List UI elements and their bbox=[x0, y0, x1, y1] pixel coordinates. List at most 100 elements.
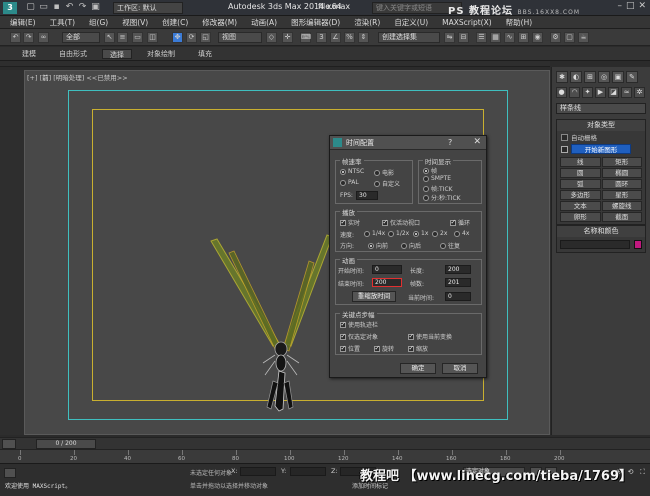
dialog-title-bar[interactable]: 时间配置 ? ✕ bbox=[330, 136, 486, 150]
select-move-icon[interactable]: ✥ bbox=[172, 32, 183, 43]
radio-film[interactable]: 电影 bbox=[374, 168, 394, 177]
maximize-icon[interactable]: □ bbox=[626, 1, 635, 11]
realtime-checkbox[interactable]: 实时 bbox=[340, 218, 360, 227]
radio-speed-half[interactable]: 1/2x bbox=[388, 230, 409, 237]
rescale-time-button[interactable]: 重缩放时间 bbox=[352, 291, 396, 302]
use-current-transform-checkbox[interactable]: 使用当前变换 bbox=[408, 332, 452, 341]
arc-button[interactable]: 弧 bbox=[560, 179, 601, 189]
autogrid-checkbox[interactable]: 自动栅格 bbox=[557, 131, 645, 143]
new-file-icon[interactable]: ▢ bbox=[25, 2, 36, 13]
radio-mmss-ticks[interactable]: 分:秒:TICK bbox=[423, 193, 461, 202]
open-file-icon[interactable]: ▭ bbox=[38, 2, 49, 13]
minimize-icon[interactable]: – bbox=[617, 1, 622, 11]
cameras-icon[interactable]: ▶ bbox=[595, 87, 606, 98]
redo-toolbar-icon[interactable]: ↷ bbox=[23, 32, 34, 43]
radio-ping-pong[interactable]: 往复 bbox=[440, 241, 460, 250]
length-spinner[interactable]: 200 bbox=[445, 265, 471, 274]
selection-filter-dropdown[interactable]: 全部 bbox=[62, 32, 100, 43]
geometry-icon[interactable]: ● bbox=[556, 87, 567, 98]
radio-custom[interactable]: 自定义 bbox=[374, 179, 400, 188]
hierarchy-tab-icon[interactable]: ⊞ bbox=[584, 71, 596, 83]
align-icon[interactable]: ⊟ bbox=[458, 32, 469, 43]
rectangle-button[interactable]: 矩形 bbox=[601, 157, 642, 167]
ok-button[interactable]: 确定 bbox=[400, 363, 436, 374]
layer-manager-icon[interactable]: ☰ bbox=[476, 32, 487, 43]
motion-tab-icon[interactable]: ◎ bbox=[598, 71, 610, 83]
end-time-spinner[interactable]: 200 bbox=[372, 278, 402, 287]
tab-freeform[interactable]: 自由形式 bbox=[58, 49, 88, 59]
close-icon[interactable]: ✕ bbox=[473, 137, 481, 147]
circle-button[interactable]: 圆 bbox=[560, 168, 601, 178]
tab-modeling[interactable]: 建模 bbox=[14, 49, 44, 59]
line-button[interactable]: 线 bbox=[560, 157, 601, 167]
radio-speed-quarter[interactable]: 1/4x bbox=[364, 230, 385, 237]
manipulate-icon[interactable]: ✛ bbox=[282, 32, 293, 43]
start-time-spinner[interactable]: 0 bbox=[372, 265, 402, 274]
ngon-button[interactable]: 多边形 bbox=[560, 190, 601, 200]
window-crossing-icon[interactable]: ◫ bbox=[147, 32, 158, 43]
mini-curve-editor-icon[interactable] bbox=[2, 439, 16, 449]
utilities-tab-icon[interactable]: ✎ bbox=[626, 71, 638, 83]
select-scale-icon[interactable]: ◱ bbox=[200, 32, 211, 43]
pivot-center-icon[interactable]: ◇ bbox=[266, 32, 277, 43]
curve-editor-icon[interactable]: ∿ bbox=[504, 32, 515, 43]
star-button[interactable]: 星形 bbox=[601, 190, 642, 200]
track-bar[interactable]: 0 20 40 60 80 100 120 140 160 180 200 bbox=[0, 449, 650, 463]
render-production-icon[interactable]: ☕ bbox=[578, 32, 589, 43]
named-selection-dropdown[interactable]: 创建选择集 bbox=[378, 32, 440, 43]
active-viewport-only-checkbox[interactable]: 仅活动视口 bbox=[382, 218, 420, 227]
app-logo-icon[interactable]: 3 bbox=[3, 1, 17, 14]
undo-icon[interactable]: ↶ bbox=[64, 2, 75, 13]
scale-checkbox[interactable]: 缩放 bbox=[408, 344, 428, 353]
object-type-title[interactable]: 对象类型 bbox=[557, 120, 645, 131]
y-coord-field[interactable] bbox=[290, 467, 326, 476]
rotation-checkbox[interactable]: 旋转 bbox=[374, 344, 394, 353]
helix-button[interactable]: 螺旋线 bbox=[601, 201, 642, 211]
time-slider-thumb[interactable]: 0 / 200 bbox=[36, 439, 96, 449]
radio-frame-ticks[interactable]: 帧:TICK bbox=[423, 184, 453, 193]
menu-tools[interactable]: 工具(T) bbox=[50, 17, 75, 28]
select-by-name-icon[interactable]: ≡ bbox=[117, 32, 128, 43]
radio-pal[interactable]: PAL bbox=[340, 179, 359, 186]
section-button[interactable]: 截面 bbox=[601, 212, 642, 222]
radio-ntsc[interactable]: NTSC bbox=[340, 168, 364, 175]
helpers-icon[interactable]: ◪ bbox=[608, 87, 619, 98]
object-name-field[interactable] bbox=[560, 240, 630, 249]
spacewarps-icon[interactable]: ≈ bbox=[621, 87, 632, 98]
percent-snap-icon[interactable]: % bbox=[344, 32, 355, 43]
spinner-snap-icon[interactable]: ⇕ bbox=[358, 32, 369, 43]
name-color-title[interactable]: 名称和颜色 bbox=[557, 226, 645, 237]
shapes-icon[interactable]: ◠ bbox=[569, 87, 580, 98]
frame-count-spinner[interactable]: 201 bbox=[445, 278, 471, 287]
display-tab-icon[interactable]: ▣ bbox=[612, 71, 624, 83]
link-icon[interactable]: ∞ bbox=[38, 32, 49, 43]
egg-button[interactable]: 卵形 bbox=[560, 212, 601, 222]
tab-populate[interactable]: 填充 bbox=[190, 49, 220, 59]
rendered-frame-icon[interactable]: ▢ bbox=[564, 32, 575, 43]
menu-views[interactable]: 视图(V) bbox=[122, 17, 148, 28]
radio-reverse[interactable]: 向后 bbox=[401, 241, 421, 250]
tab-selection[interactable]: 选择 bbox=[102, 48, 132, 59]
material-editor-icon[interactable]: ◉ bbox=[532, 32, 543, 43]
radio-forward[interactable]: 向前 bbox=[368, 241, 388, 250]
systems-icon[interactable]: ✲ bbox=[634, 87, 645, 98]
project-folder-icon[interactable]: ▣ bbox=[90, 2, 101, 13]
viewport-label[interactable]: [+] [前] [明暗处理] <<已禁用>> bbox=[27, 72, 128, 82]
create-tab-icon[interactable]: ✱ bbox=[556, 71, 568, 83]
menu-create[interactable]: 创建(C) bbox=[162, 17, 188, 28]
maxscript-listener-icon[interactable] bbox=[4, 468, 16, 478]
radio-speed-1x[interactable]: 1x bbox=[413, 230, 428, 237]
rect-selection-icon[interactable]: ▭ bbox=[132, 32, 143, 43]
maxscript-mini-listener[interactable]: 欢迎使用 MAXScript。 bbox=[5, 481, 71, 490]
ellipse-button[interactable]: 椭圆 bbox=[601, 168, 642, 178]
category-dropdown[interactable]: 样条线 bbox=[556, 103, 646, 114]
snap-3d-icon[interactable]: 3 bbox=[316, 32, 327, 43]
radio-frames[interactable]: 帧 bbox=[423, 166, 437, 175]
position-checkbox[interactable]: 位置 bbox=[340, 344, 360, 353]
menu-graph-editors[interactable]: 图形编辑器(D) bbox=[291, 17, 340, 28]
reference-coord-dropdown[interactable]: 视图 bbox=[218, 32, 262, 43]
text-button[interactable]: 文本 bbox=[560, 201, 601, 211]
graphite-toggle-icon[interactable]: ▦ bbox=[490, 32, 501, 43]
loop-checkbox[interactable]: 循环 bbox=[450, 218, 470, 227]
menu-group[interactable]: 组(G) bbox=[89, 17, 108, 28]
